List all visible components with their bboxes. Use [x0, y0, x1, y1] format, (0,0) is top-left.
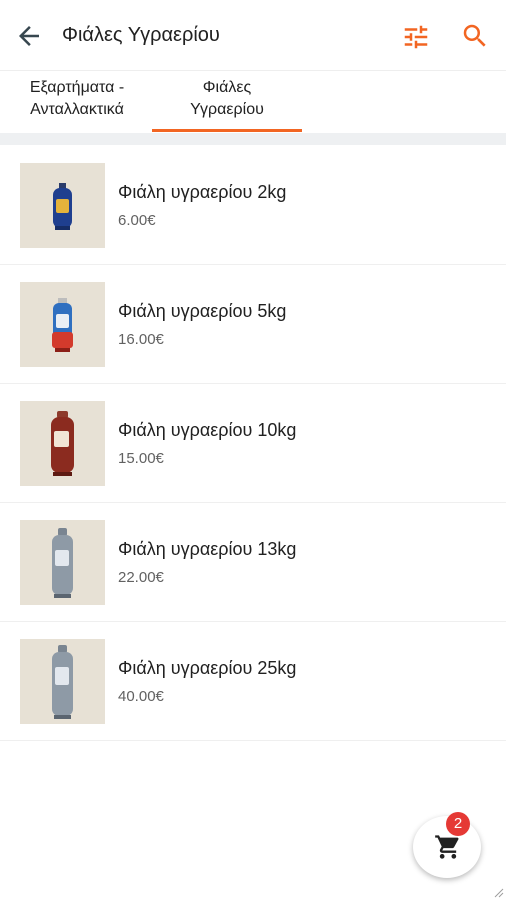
- list-item[interactable]: Φιάλη υγραερίου 13kg 22.00€: [0, 503, 506, 622]
- gas-bottle-icon: [52, 298, 73, 352]
- gas-bottle-icon: [52, 645, 73, 719]
- page-title: Φιάλες Υγραερίου: [62, 24, 220, 46]
- list-item[interactable]: Φιάλη υγραερίου 5kg 16.00€: [0, 265, 506, 384]
- search-button[interactable]: [460, 21, 490, 51]
- filter-button[interactable]: [401, 22, 431, 52]
- product-image: [20, 639, 105, 724]
- tab-accessories[interactable]: Εξαρτήματα - Ανταλλακτικά: [6, 77, 148, 121]
- product-name: Φιάλη υγραερίου 13kg: [118, 539, 297, 559]
- product-image: [20, 282, 105, 367]
- gas-bottle-icon: [52, 528, 73, 598]
- search-icon: [463, 24, 486, 47]
- gas-bottle-icon: [53, 183, 72, 230]
- product-price: 22.00€: [118, 569, 164, 586]
- tab-gas-bottles[interactable]: Φιάλες Υγραερίου: [152, 77, 302, 121]
- product-name: Φιάλη υγραερίου 10kg: [118, 420, 297, 440]
- product-name: Φιάλη υγραερίου 25kg: [118, 658, 297, 678]
- tab-indicator: [152, 129, 302, 132]
- product-price: 6.00€: [118, 212, 156, 229]
- list-item[interactable]: Φιάλη υγραερίου 2kg 6.00€: [0, 146, 506, 265]
- product-image: [20, 163, 105, 248]
- product-name: Φιάλη υγραερίου 2kg: [118, 182, 287, 202]
- tab-label-line1: Φιάλες: [202, 79, 252, 96]
- product-price: 40.00€: [118, 688, 164, 705]
- tab-label-line2: Υγραερίου: [190, 101, 264, 118]
- resize-grip-icon: [494, 888, 504, 898]
- category-tabs: Εξαρτήματα - Ανταλλακτικά Φιάλες Υγραερί…: [0, 71, 506, 133]
- cart-count-badge: 2: [446, 812, 470, 836]
- shopping-cart-icon: [435, 835, 459, 859]
- tab-label-line1: Εξαρτήματα -: [29, 79, 125, 96]
- product-image: [20, 401, 105, 486]
- product-list: Φιάλη υγραερίου 2kg 6.00€ Φιάλη υγραερίο…: [0, 146, 506, 741]
- divider-strip: [0, 133, 506, 145]
- tab-label-line2: Ανταλλακτικά: [30, 101, 124, 118]
- tune-icon: [404, 25, 428, 49]
- product-image: [20, 520, 105, 605]
- arrow-back-icon: [19, 26, 39, 46]
- product-price: 15.00€: [118, 450, 164, 467]
- product-price: 16.00€: [118, 331, 164, 348]
- list-item[interactable]: Φιάλη υγραερίου 25kg 40.00€: [0, 622, 506, 741]
- list-item[interactable]: Φιάλη υγραερίου 10kg 15.00€: [0, 384, 506, 503]
- product-name: Φιάλη υγραερίου 5kg: [118, 301, 287, 321]
- gas-bottle-icon: [51, 411, 74, 476]
- back-button[interactable]: [14, 21, 44, 51]
- app-bar: Φιάλες Υγραερίου: [0, 0, 506, 71]
